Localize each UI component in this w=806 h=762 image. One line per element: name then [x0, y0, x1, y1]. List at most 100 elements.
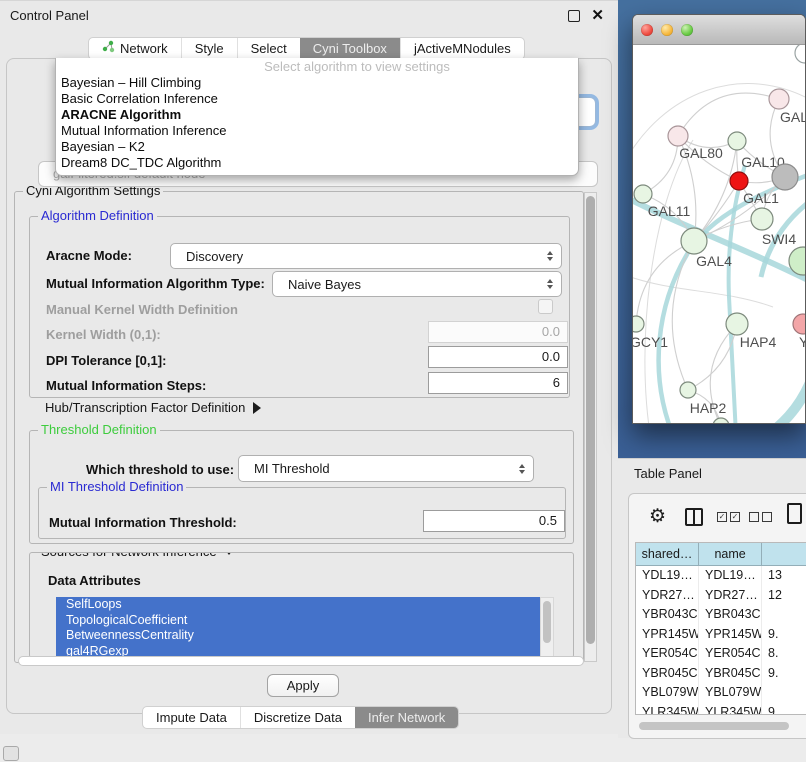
table-row[interactable]: YDL19…YDL19…13 — [636, 566, 806, 586]
tab-jactivemnodules[interactable]: jActiveMNodules — [400, 38, 524, 59]
column-header[interactable]: shared… — [636, 543, 699, 566]
mi-type-label: Mutual Information Algorithm Type: — [46, 276, 265, 291]
tab-network[interactable]: Network — [89, 38, 181, 59]
columns-icon[interactable] — [685, 508, 703, 526]
network-node-gray[interactable] — [772, 164, 798, 190]
network-canvas[interactable]: GALGAL80GAL10GAL1GAL11SWI4GAL4GCY1HAP4YH… — [633, 45, 806, 424]
unchecked-boxes-icon[interactable] — [749, 512, 772, 522]
table-row[interactable]: YBL079WYBL079W — [636, 683, 806, 703]
network-node-red[interactable] — [730, 172, 748, 190]
network-node-GAL80[interactable] — [668, 126, 688, 146]
algorithm-option[interactable]: Basic Correlation Inference — [56, 91, 578, 107]
control-panel-title: Control Panel — [10, 1, 89, 31]
table-row[interactable]: YPR145WYPR145W9. — [636, 625, 806, 645]
network-node-GAL4[interactable] — [681, 228, 707, 254]
network-edge — [672, 241, 694, 390]
mi-threshold-label: Mutual Information Threshold: — [49, 515, 237, 530]
minimized-panel-icon[interactable] — [3, 746, 19, 761]
node-label-GAL1: GAL1 — [743, 190, 779, 206]
checked-boxes-icon[interactable]: ✓ ✓ — [717, 512, 740, 522]
algorithm-option[interactable]: Dream8 DC_TDC Algorithm — [56, 155, 578, 171]
settings-horizontal-scrollbar[interactable] — [18, 656, 584, 666]
tab-impute-data[interactable]: Impute Data — [143, 707, 240, 728]
table-row[interactable]: YER054CYER054C8. — [636, 644, 806, 664]
apply-button[interactable]: Apply — [267, 674, 339, 697]
manual-kernel-checkbox[interactable] — [538, 299, 553, 314]
table-header-row: shared…name — [636, 543, 806, 566]
network-node-GAL11[interactable] — [634, 185, 652, 203]
table-cell: YBL079W — [636, 683, 699, 703]
tab-select[interactable]: Select — [237, 38, 300, 59]
hub-definition-toggle[interactable]: Hub/Transcription Factor Definition — [45, 400, 261, 415]
settings-scrollbar-thumb[interactable] — [586, 196, 595, 644]
algorithm-option[interactable]: Mutual Information Inference — [56, 123, 578, 139]
expand-right-icon — [253, 402, 261, 414]
sources-title-text: Sources for Network Inference — [41, 552, 217, 559]
aracne-mode-combobox[interactable]: Discovery — [170, 243, 562, 269]
table-row[interactable]: YBR045CYBR045C9. — [636, 664, 806, 684]
attribute-list-item[interactable]: SelfLoops — [56, 597, 540, 613]
node-attribute-table[interactable]: shared…name YDL19…YDL19…13YDR27…YDR27…12… — [635, 542, 806, 715]
network-view-window[interactable]: GALGAL80GAL10GAL1GAL11SWI4GAL4GCY1HAP4YH… — [632, 14, 806, 424]
threshold-definition-group: Threshold Definition Which threshold to … — [29, 430, 574, 544]
table-cell: YLR345W — [699, 703, 762, 716]
data-attributes-label: Data Attributes — [48, 573, 141, 588]
aracne-mode-label: Aracne Mode: — [46, 248, 132, 263]
network-node-bottom[interactable] — [713, 418, 729, 424]
hub-definition-label: Hub/Transcription Factor Definition — [45, 400, 245, 415]
network-node-GAL10[interactable] — [728, 132, 746, 150]
algorithm-option[interactable]: Bayesian – K2 — [56, 139, 578, 155]
which-threshold-combobox[interactable]: MI Threshold — [238, 455, 534, 482]
table-row[interactable]: YDR27…YDR27…12 — [636, 586, 806, 606]
close-icon[interactable]: ✕ — [591, 6, 604, 24]
network-node-GCY1[interactable] — [633, 316, 644, 332]
network-node-pink-top[interactable] — [769, 89, 789, 109]
mi-type-combobox[interactable]: Naive Bayes — [272, 271, 562, 297]
zoom-traffic-light[interactable] — [681, 24, 693, 36]
table-row[interactable]: YBR043CYBR043C — [636, 605, 806, 625]
collapse-down-icon[interactable] — [223, 552, 235, 555]
table-cell: YDL19… — [636, 566, 699, 586]
attribute-list-item[interactable]: TopologicalCoefficient — [56, 613, 540, 629]
table-cell: 9. — [762, 625, 806, 645]
column-header[interactable]: name — [699, 543, 762, 566]
table-cell: YDL19… — [699, 566, 762, 586]
page-icon[interactable] — [787, 503, 802, 524]
node-label-pink-top: GAL — [780, 109, 806, 125]
close-traffic-light[interactable] — [641, 24, 653, 36]
table-cell: YBR045C — [636, 664, 699, 684]
tab-style[interactable]: Style — [181, 38, 237, 59]
network-node-GAL1[interactable] — [751, 208, 773, 230]
tab-infer-network[interactable]: Infer Network — [355, 707, 458, 728]
table-horizontal-scrollbar[interactable] — [639, 722, 789, 730]
kernel-width-field[interactable]: 0.0 — [428, 321, 568, 343]
algorithm-dropdown-placeholder: Select algorithm to view settings — [56, 58, 578, 75]
mi-threshold-field[interactable]: 0.5 — [423, 510, 565, 532]
table-panel-body: ⚙ ✓ ✓ shared…name YDL19…YDL19…13YDR27…YD… — [628, 493, 806, 739]
attribute-list-item[interactable]: BetweennessCentrality — [56, 628, 540, 644]
network-node-HAP4[interactable] — [726, 313, 748, 335]
mi-steps-field[interactable]: 6 — [428, 372, 568, 394]
network-node-HAP2[interactable] — [680, 382, 696, 398]
dpi-tolerance-field[interactable]: 0.0 — [428, 346, 568, 368]
attributes-scrollbar-thumb[interactable] — [543, 601, 551, 643]
table-row[interactable]: YLR345WYLR345W9. — [636, 703, 806, 716]
algorithm-option[interactable]: ARACNE Algorithm — [56, 107, 578, 123]
float-window-icon[interactable] — [568, 10, 580, 22]
node-label-GCY1: GCY1 — [633, 334, 668, 350]
tab-label: Style — [195, 38, 224, 59]
tab-label: Network — [120, 38, 168, 59]
algorithm-option[interactable]: Bayesian – Hill Climbing — [56, 75, 578, 91]
minimize-traffic-light[interactable] — [661, 24, 673, 36]
column-header[interactable] — [762, 543, 806, 566]
background-arc — [645, 140, 693, 424]
network-node-top-white[interactable] — [795, 45, 806, 63]
network-node-pink-right[interactable] — [793, 314, 806, 334]
network-window-titlebar[interactable] — [633, 15, 805, 45]
tab-discretize-data[interactable]: Discretize Data — [240, 707, 355, 728]
settings-scrollbar[interactable] — [584, 192, 597, 662]
node-label-GAL11: GAL11 — [648, 203, 691, 219]
attributes-scrollbar[interactable] — [540, 597, 554, 658]
gear-icon[interactable]: ⚙ — [649, 505, 666, 528]
tab-cyni-toolbox[interactable]: Cyni Toolbox — [300, 38, 400, 59]
